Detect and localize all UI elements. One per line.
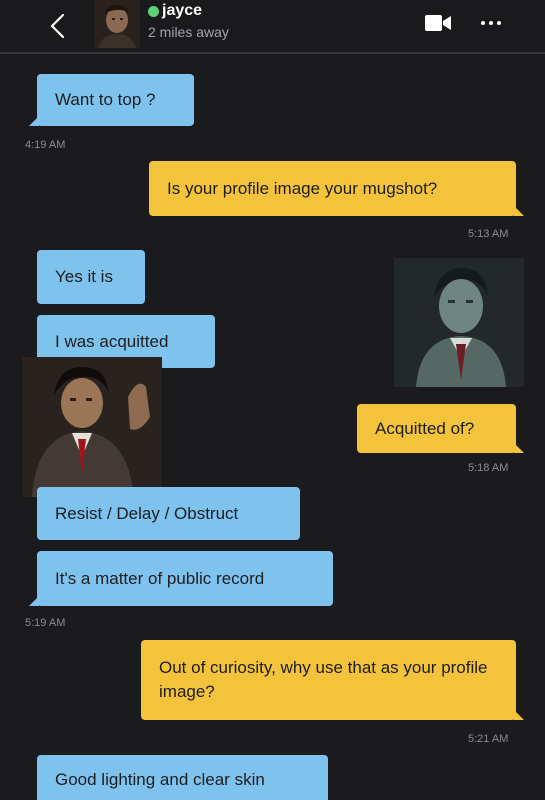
chat-header: jayce 2 miles away (0, 0, 545, 54)
user-name: jayce (162, 2, 203, 19)
message-text: Yes it is (55, 267, 113, 286)
message-timestamp: 5:13 AM (468, 228, 509, 240)
video-call-button[interactable] (424, 12, 452, 34)
message-bubble-outgoing[interactable]: Out of curiosity, why use that as your p… (141, 640, 524, 720)
message-text: Good lighting and clear skin (55, 770, 265, 789)
character-photo-right (394, 258, 524, 387)
message-text: Out of curiosity, why use that as your p… (159, 658, 488, 701)
online-status-dot (148, 5, 159, 17)
back-button[interactable] (40, 8, 76, 44)
message-timestamp: 5:18 AM (468, 462, 509, 474)
user-distance: 2 miles away (148, 24, 229, 40)
character-photo-left (22, 357, 162, 497)
message-bubble-outgoing[interactable]: Is your profile image your mugshot? (149, 161, 524, 216)
user-name-row[interactable]: jayce (148, 2, 202, 20)
message-text: Want to top ? (55, 90, 156, 109)
message-bubble-incoming[interactable]: Resist / Delay / Obstruct (37, 487, 300, 540)
more-dots-icon (481, 21, 501, 25)
chevron-left-icon (50, 13, 65, 39)
video-camera-icon (425, 15, 451, 31)
message-timestamp: 5:21 AM (468, 733, 509, 745)
avatar[interactable] (94, 0, 140, 48)
message-bubble-outgoing[interactable]: Acquitted of? (357, 404, 524, 453)
message-text: I was acquitted (55, 331, 169, 351)
message-text: Is your profile image your mugshot? (167, 178, 438, 198)
message-text: Acquitted of? (375, 418, 475, 438)
chat-screen: jayce 2 miles away Want to top ? 4:19 AM… (0, 0, 545, 800)
message-timestamp: 4:19 AM (25, 139, 66, 151)
message-bubble-incoming[interactable]: Yes it is (37, 250, 145, 304)
message-timestamp: 5:19 AM (25, 617, 66, 629)
more-options-button[interactable] (480, 12, 502, 34)
message-bubble-incoming[interactable]: Want to top ? (29, 74, 194, 126)
message-bubble-incoming[interactable]: Good lighting and clear skin (37, 755, 328, 800)
message-text: Resist / Delay / Obstruct (55, 503, 239, 523)
message-bubble-incoming[interactable]: It's a matter of public record (29, 551, 333, 606)
message-text: It's a matter of public record (55, 568, 265, 588)
